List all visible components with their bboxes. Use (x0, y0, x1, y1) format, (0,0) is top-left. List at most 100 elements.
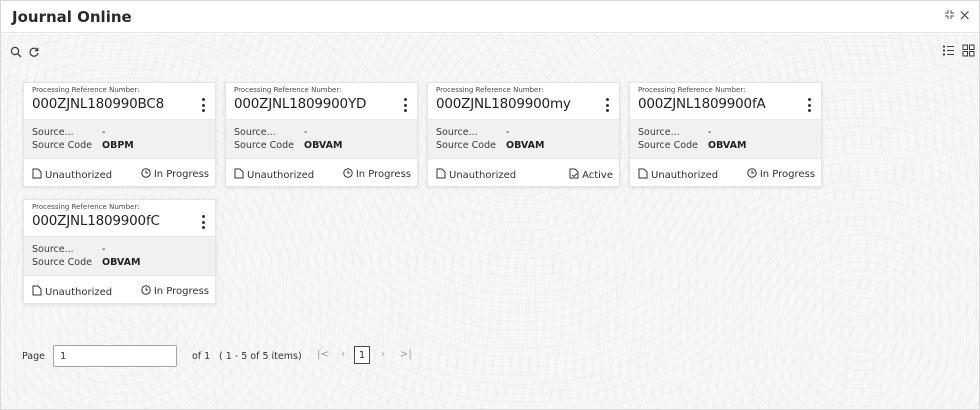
source-value: - (102, 244, 106, 255)
card-header: Processing Reference Number: 000ZJNL1809… (226, 83, 417, 119)
close-icon[interactable]: × (958, 6, 971, 24)
reference-label: Processing Reference Number: (436, 86, 544, 94)
process-status-text: In Progress (153, 169, 209, 180)
journal-card[interactable]: Processing Reference Number: 000ZJNL1809… (225, 82, 418, 187)
search-icon[interactable] (10, 43, 22, 62)
reference-number: 000ZJNL1809900my (436, 96, 571, 112)
reference-number: 000ZJNL1809900fA (638, 96, 766, 112)
kebab-menu-icon[interactable] (199, 213, 207, 231)
auth-status-text: Unauthorized (247, 169, 315, 181)
journal-online-window: Journal Online × Processing Reference Nu… (0, 0, 980, 410)
journal-card[interactable]: Processing Reference Number: 000ZJNL1809… (23, 199, 216, 304)
auth-status: Unauthorized (638, 168, 718, 182)
last-page-button[interactable]: >| (400, 349, 412, 360)
card-footer: Unauthorized In Progress (24, 276, 215, 305)
card-header: Processing Reference Number: 000ZJNL1809… (24, 83, 215, 119)
card-footer: Unauthorized Active (428, 159, 619, 188)
process-status-text: In Progress (153, 286, 209, 297)
card-details: Source... - Source Code OBVAM (428, 119, 619, 159)
clock-icon (747, 168, 757, 181)
list-view-icon[interactable] (942, 42, 955, 61)
process-status-text: In Progress (759, 169, 815, 180)
process-status-text: Active (582, 169, 613, 181)
kebab-menu-icon[interactable] (199, 96, 207, 114)
auth-status: Unauthorized (234, 168, 314, 182)
source-code-row: Source Code OBPM (32, 140, 134, 151)
card-details: Source... - Source Code OBVAM (226, 119, 417, 159)
card-footer: Unauthorized In Progress (630, 159, 821, 188)
card-header: Processing Reference Number: 000ZJNL1809… (24, 200, 215, 236)
reference-label: Processing Reference Number: (32, 203, 140, 211)
process-status-text: In Progress (355, 169, 411, 180)
source-code-label: Source Code (436, 140, 496, 151)
auth-status-text: Unauthorized (45, 169, 113, 181)
auth-status: Unauthorized (436, 168, 516, 182)
source-code-label: Source Code (32, 140, 92, 151)
previous-page-button[interactable]: ‹ (341, 349, 345, 360)
kebab-menu-icon[interactable] (603, 96, 611, 114)
reference-label: Processing Reference Number: (234, 86, 342, 94)
source-label: Source... (234, 127, 276, 138)
source-code-value: OBPM (102, 140, 134, 151)
grid-view-icon[interactable] (962, 42, 975, 61)
shrink-icon[interactable] (944, 9, 955, 24)
process-status: In Progress (747, 168, 815, 181)
card-footer: Unauthorized In Progress (226, 159, 417, 188)
card-details: Source... - Source Code OBVAM (630, 119, 821, 159)
first-page-button[interactable]: |< (317, 349, 329, 360)
active-doc-icon (569, 168, 579, 182)
card-footer: Unauthorized In Progress (24, 159, 215, 188)
source-code-row: Source Code OBVAM (32, 257, 140, 268)
document-icon (32, 285, 42, 299)
auth-status: Unauthorized (32, 168, 112, 182)
journal-card[interactable]: Processing Reference Number: 000ZJNL1809… (629, 82, 822, 187)
auth-status: Unauthorized (32, 285, 112, 299)
source-code-label: Source Code (32, 257, 92, 268)
window-title: Journal Online (12, 8, 132, 26)
document-icon (32, 168, 42, 182)
items-count-label: ( 1 - 5 of 5 items) (219, 351, 302, 362)
source-value: - (304, 127, 308, 138)
current-page-button[interactable]: 1 (354, 346, 370, 364)
clock-icon (141, 168, 151, 181)
journal-content-area: Processing Reference Number: 000ZJNL1809… (1, 34, 979, 409)
card-header: Processing Reference Number: 000ZJNL1809… (428, 83, 619, 119)
card-header: Processing Reference Number: 000ZJNL1809… (630, 83, 821, 119)
source-code-value: OBVAM (304, 140, 343, 151)
source-row: Source... - (436, 127, 509, 138)
next-page-button[interactable]: › (381, 349, 385, 360)
source-row: Source... - (638, 127, 711, 138)
clock-icon (141, 285, 151, 298)
kebab-menu-icon[interactable] (805, 96, 813, 114)
reference-number: 000ZJNL180990BC8 (32, 96, 164, 112)
reference-label: Processing Reference Number: (638, 86, 746, 94)
source-row: Source... - (234, 127, 307, 138)
process-status: In Progress (141, 168, 209, 181)
journal-card[interactable]: Processing Reference Number: 000ZJNL1809… (23, 82, 216, 187)
page-label: Page (22, 351, 45, 362)
refresh-icon[interactable] (28, 43, 40, 62)
process-status: In Progress (141, 285, 209, 298)
auth-status-text: Unauthorized (449, 169, 517, 181)
card-details: Source... - Source Code OBVAM (24, 236, 215, 276)
source-value: - (506, 127, 510, 138)
kebab-menu-icon[interactable] (401, 96, 409, 114)
reference-number: 000ZJNL1809900fC (32, 213, 160, 229)
source-code-row: Source Code OBVAM (638, 140, 746, 151)
card-details: Source... - Source Code OBPM (24, 119, 215, 159)
page-number-input[interactable] (53, 345, 177, 367)
document-icon (638, 168, 648, 182)
journal-card[interactable]: Processing Reference Number: 000ZJNL1809… (427, 82, 620, 187)
source-code-value: OBVAM (102, 257, 141, 268)
process-status: Active (569, 168, 613, 182)
auth-status-text: Unauthorized (651, 169, 719, 181)
source-value: - (102, 127, 106, 138)
process-status: In Progress (343, 168, 411, 181)
source-label: Source... (436, 127, 478, 138)
page-of-label: of 1 (192, 351, 211, 362)
source-row: Source... - (32, 244, 105, 255)
source-label: Source... (638, 127, 680, 138)
source-label: Source... (32, 127, 74, 138)
source-code-row: Source Code OBVAM (436, 140, 544, 151)
source-value: - (708, 127, 712, 138)
